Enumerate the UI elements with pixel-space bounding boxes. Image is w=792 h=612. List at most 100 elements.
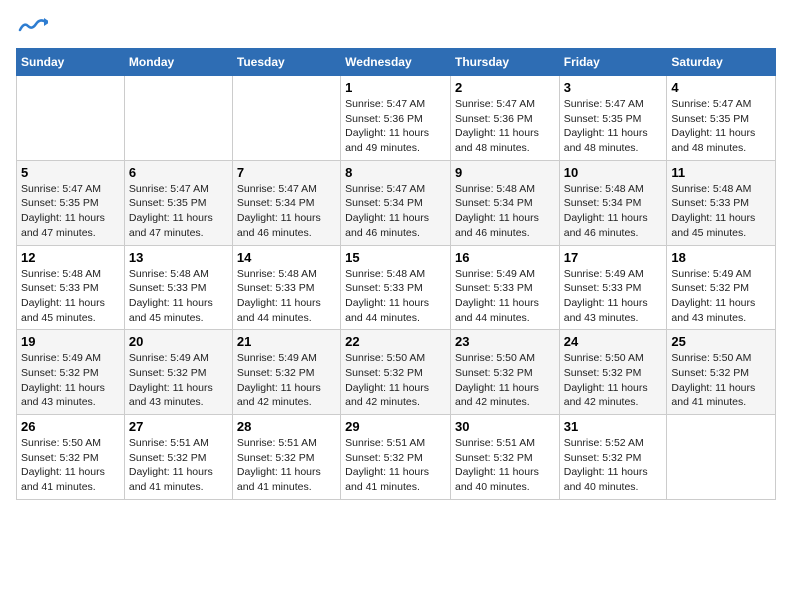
- cell-info: Daylight: 11 hours and 49 minutes.: [345, 126, 446, 155]
- cell-info: Sunrise: 5:50 AM: [671, 351, 771, 366]
- cell-info: Sunset: 5:32 PM: [455, 366, 555, 381]
- calendar-cell: 6Sunrise: 5:47 AMSunset: 5:35 PMDaylight…: [124, 160, 232, 245]
- cell-info: Sunrise: 5:47 AM: [237, 182, 336, 197]
- cell-info: Sunrise: 5:49 AM: [129, 351, 228, 366]
- cell-info: Sunrise: 5:50 AM: [455, 351, 555, 366]
- cell-info: Sunrise: 5:49 AM: [455, 267, 555, 282]
- calendar-cell: [124, 76, 232, 161]
- calendar-cell: 25Sunrise: 5:50 AMSunset: 5:32 PMDayligh…: [667, 330, 776, 415]
- cell-info: Daylight: 11 hours and 46 minutes.: [564, 211, 663, 240]
- cell-info: Sunrise: 5:48 AM: [129, 267, 228, 282]
- day-number: 2: [455, 80, 555, 95]
- cell-info: Daylight: 11 hours and 41 minutes.: [21, 465, 120, 494]
- calendar-cell: 15Sunrise: 5:48 AMSunset: 5:33 PMDayligh…: [341, 245, 451, 330]
- day-number: 30: [455, 419, 555, 434]
- day-number: 3: [564, 80, 663, 95]
- cell-info: Sunset: 5:35 PM: [21, 196, 120, 211]
- calendar-cell: 20Sunrise: 5:49 AMSunset: 5:32 PMDayligh…: [124, 330, 232, 415]
- cell-info: Daylight: 11 hours and 45 minutes.: [21, 296, 120, 325]
- cell-info: Sunset: 5:32 PM: [237, 366, 336, 381]
- day-number: 19: [21, 334, 120, 349]
- cell-info: Sunrise: 5:50 AM: [345, 351, 446, 366]
- logo-wave-icon: [18, 16, 48, 36]
- day-number: 16: [455, 250, 555, 265]
- calendar-cell: 8Sunrise: 5:47 AMSunset: 5:34 PMDaylight…: [341, 160, 451, 245]
- cell-info: Sunrise: 5:50 AM: [564, 351, 663, 366]
- calendar-cell: 17Sunrise: 5:49 AMSunset: 5:33 PMDayligh…: [559, 245, 667, 330]
- week-row-2: 5 Sunrise: 5:47 AM Sunset: 5:35 PM Daylight…: [17, 160, 776, 245]
- cell-info: Sunset: 5:34 PM: [455, 196, 555, 211]
- calendar-cell: [667, 415, 776, 500]
- day-number: 25: [671, 334, 771, 349]
- cell-info: Daylight: 11 hours and 46 minutes.: [455, 211, 555, 240]
- day-number: 17: [564, 250, 663, 265]
- cell-info: Sunset: 5:32 PM: [345, 366, 446, 381]
- cell-info: Daylight: 11 hours and 42 minutes.: [455, 381, 555, 410]
- cell-info: Sunset: 5:34 PM: [564, 196, 663, 211]
- cell-info: Sunrise: 5:51 AM: [455, 436, 555, 451]
- cell-info: Daylight: 11 hours and 44 minutes.: [237, 296, 336, 325]
- calendar-cell: [232, 76, 340, 161]
- calendar-cell: 22Sunrise: 5:50 AMSunset: 5:32 PMDayligh…: [341, 330, 451, 415]
- cell-info: Daylight: 11 hours and 41 minutes.: [237, 465, 336, 494]
- day-number: 6: [129, 165, 228, 180]
- cell-info: Sunrise: 5:48 AM: [455, 182, 555, 197]
- cell-info: Sunset: 5:32 PM: [129, 451, 228, 466]
- cell-info: Sunset: 5:32 PM: [21, 366, 120, 381]
- calendar-cell: 1Sunrise: 5:47 AMSunset: 5:36 PMDaylight…: [341, 76, 451, 161]
- header-cell-monday: Monday: [124, 49, 232, 76]
- day-number: 24: [564, 334, 663, 349]
- calendar-cell: 16Sunrise: 5:49 AMSunset: 5:33 PMDayligh…: [450, 245, 559, 330]
- header: [16, 16, 776, 36]
- week-row-5: 26Sunrise: 5:50 AMSunset: 5:32 PMDayligh…: [17, 415, 776, 500]
- day-number: 26: [21, 419, 120, 434]
- day-number: 7: [237, 165, 336, 180]
- calendar-cell: 29Sunrise: 5:51 AMSunset: 5:32 PMDayligh…: [341, 415, 451, 500]
- cell-info: Sunrise: 5:49 AM: [237, 351, 336, 366]
- day-number: 12: [21, 250, 120, 265]
- cell-info: Daylight: 11 hours and 41 minutes.: [129, 465, 228, 494]
- cell-info: Sunset: 5:34 PM: [345, 196, 446, 211]
- logo: [16, 16, 48, 36]
- calendar-cell: 5Sunrise: 5:47 AMSunset: 5:35 PMDaylight…: [17, 160, 125, 245]
- day-number: 8: [345, 165, 446, 180]
- calendar-cell: 19Sunrise: 5:49 AMSunset: 5:32 PMDayligh…: [17, 330, 125, 415]
- cell-info: Sunset: 5:33 PM: [671, 196, 771, 211]
- cell-info: Daylight: 11 hours and 47 minutes.: [129, 211, 228, 240]
- cell-info: Sunrise: 5:52 AM: [564, 436, 663, 451]
- cell-info: Sunset: 5:33 PM: [455, 281, 555, 296]
- calendar-cell: 18Sunrise: 5:49 AMSunset: 5:32 PMDayligh…: [667, 245, 776, 330]
- cell-info: Daylight: 11 hours and 43 minutes.: [129, 381, 228, 410]
- calendar-cell: 3Sunrise: 5:47 AMSunset: 5:35 PMDaylight…: [559, 76, 667, 161]
- day-number: 5: [21, 165, 120, 180]
- day-number: 29: [345, 419, 446, 434]
- day-number: 9: [455, 165, 555, 180]
- cell-info: Sunrise: 5:49 AM: [671, 267, 771, 282]
- day-number: 18: [671, 250, 771, 265]
- header-cell-tuesday: Tuesday: [232, 49, 340, 76]
- calendar-cell: 12Sunrise: 5:48 AMSunset: 5:33 PMDayligh…: [17, 245, 125, 330]
- day-number: 1: [345, 80, 446, 95]
- cell-info: Daylight: 11 hours and 40 minutes.: [564, 465, 663, 494]
- day-number: 23: [455, 334, 555, 349]
- cell-info: Daylight: 11 hours and 43 minutes.: [564, 296, 663, 325]
- cell-info: Sunset: 5:32 PM: [564, 366, 663, 381]
- header-cell-sunday: Sunday: [17, 49, 125, 76]
- day-number: 22: [345, 334, 446, 349]
- cell-info: Daylight: 11 hours and 48 minutes.: [455, 126, 555, 155]
- cell-info: Daylight: 11 hours and 42 minutes.: [237, 381, 336, 410]
- day-number: 13: [129, 250, 228, 265]
- header-cell-wednesday: Wednesday: [341, 49, 451, 76]
- cell-info: Sunrise: 5:51 AM: [237, 436, 336, 451]
- header-row: SundayMondayTuesdayWednesdayThursdayFrid…: [17, 49, 776, 76]
- cell-info: Sunset: 5:33 PM: [237, 281, 336, 296]
- day-number: 21: [237, 334, 336, 349]
- cell-info: Sunset: 5:32 PM: [129, 366, 228, 381]
- cell-info: Sunrise: 5:51 AM: [345, 436, 446, 451]
- cell-info: Sunset: 5:32 PM: [564, 451, 663, 466]
- cell-info: Daylight: 11 hours and 43 minutes.: [21, 381, 120, 410]
- cell-info: Sunset: 5:36 PM: [455, 112, 555, 127]
- day-number: 11: [671, 165, 771, 180]
- cell-info: Sunrise: 5:51 AM: [129, 436, 228, 451]
- cell-info: Daylight: 11 hours and 40 minutes.: [455, 465, 555, 494]
